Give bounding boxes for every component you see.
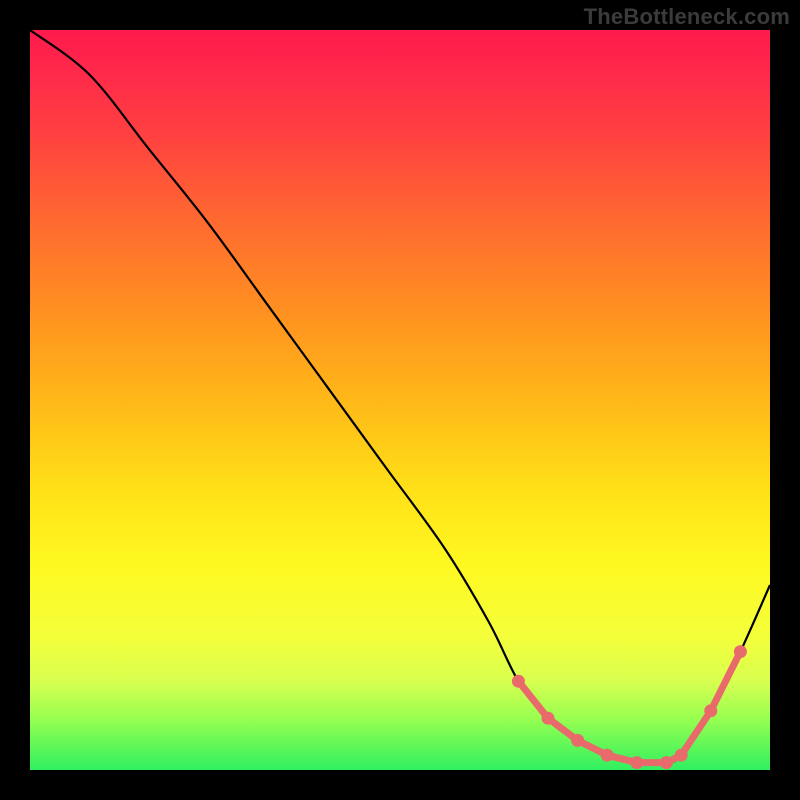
data-point-marker (542, 712, 555, 725)
data-point-marker (512, 675, 525, 688)
data-point-marker (571, 734, 584, 747)
data-point-marker (630, 756, 643, 769)
data-point-marker (704, 704, 717, 717)
bottleneck-curve (30, 30, 770, 770)
data-point-marker (734, 645, 747, 658)
watermark-text: TheBottleneck.com (584, 4, 790, 30)
chart-frame: TheBottleneck.com (0, 0, 800, 800)
bottleneck-curve-markers (512, 645, 747, 769)
data-point-marker (675, 749, 688, 762)
data-point-marker (660, 756, 673, 769)
data-point-marker (601, 749, 614, 762)
bottleneck-curve-line (30, 30, 770, 764)
